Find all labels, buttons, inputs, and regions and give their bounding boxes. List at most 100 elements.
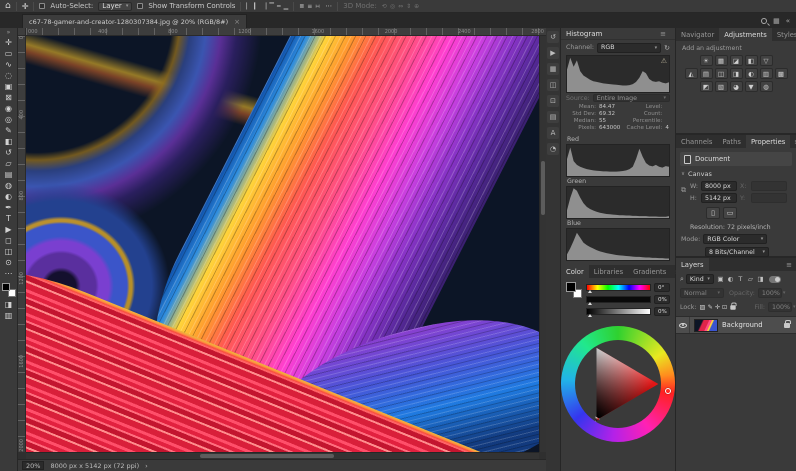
workspace-icon[interactable]: ▦ — [773, 17, 780, 25]
slider-track[interactable] — [586, 284, 651, 291]
vibrance-icon[interactable]: ▽ — [760, 55, 773, 66]
lock-pixels-icon[interactable]: ✎ — [707, 304, 712, 311]
bit-depth-dropdown[interactable]: 8 Bits/Channel — [705, 247, 769, 257]
photo-filter-icon[interactable]: ◨ — [730, 68, 743, 79]
threshold-icon[interactable]: ▧ — [715, 81, 728, 92]
close-icon[interactable]: × — [234, 18, 240, 26]
tab-channels[interactable]: Channels — [676, 135, 717, 148]
align-left-icon[interactable]: ▏ — [246, 3, 251, 10]
invert-icon[interactable]: ▩ — [775, 68, 788, 79]
color-wheel[interactable] — [561, 326, 675, 442]
tab-styles[interactable]: Styles — [772, 28, 796, 41]
status-chevron-icon[interactable]: › — [145, 462, 148, 470]
marquee-tool[interactable]: ▭ — [1, 48, 17, 59]
tab-navigator[interactable]: Navigator — [676, 28, 719, 41]
refresh-histogram-icon[interactable]: ↻ — [664, 44, 670, 52]
auto-select-checkbox[interactable] — [39, 3, 45, 9]
dodge-tool[interactable]: ◐ — [1, 191, 17, 202]
tab-gradients[interactable]: Gradients — [628, 265, 671, 278]
distribute-horizontal-icon[interactable]: ≡ — [307, 3, 312, 10]
pen-tool[interactable]: ✒ — [1, 202, 17, 213]
width-field[interactable]: 8000 px — [701, 181, 737, 191]
posterize-icon[interactable]: ◩ — [700, 81, 713, 92]
landscape-orientation-button[interactable]: ▭ — [723, 207, 737, 219]
saturation-slider[interactable]: 0% — [586, 295, 670, 304]
layer-thumbnail[interactable] — [694, 319, 718, 332]
slider-thumb[interactable] — [588, 314, 592, 317]
hand-tool[interactable]: ◫ — [1, 246, 17, 257]
filter-shape-icon[interactable]: ▱ — [746, 275, 755, 283]
zoom-tool[interactable]: ⊙ — [1, 257, 17, 268]
lut-icon[interactable]: ◍ — [760, 81, 773, 92]
frame-tool[interactable]: ⊠ — [1, 92, 17, 103]
show-transform-checkbox[interactable] — [137, 3, 143, 9]
gradient-map-icon[interactable]: ◕ — [730, 81, 743, 92]
filter-toggle[interactable] — [769, 276, 781, 283]
filter-adjustment-icon[interactable]: ◐ — [726, 275, 735, 283]
history-brush-tool[interactable]: ↺ — [1, 147, 17, 158]
actions-icon[interactable]: ▶ — [547, 47, 559, 59]
brightness-slider[interactable]: 0% — [586, 307, 670, 316]
quick-mask-button[interactable]: ◨ — [1, 299, 17, 310]
distribute-spacing-icon[interactable]: ∺ — [315, 3, 320, 10]
spot-healing-tool[interactable]: ◎ — [1, 114, 17, 125]
adjustments-dock-icon[interactable]: ▦ — [547, 63, 559, 75]
auto-select-target-dropdown[interactable]: Layer — [98, 2, 132, 11]
screen-mode-button[interactable]: ▥ — [1, 310, 17, 321]
history-icon[interactable]: ↺ — [547, 31, 559, 43]
notes-icon[interactable]: ▤ — [547, 111, 559, 123]
vertical-scrollbar-thumb[interactable] — [541, 161, 545, 215]
disclosure-icon[interactable]: ∨ — [681, 171, 685, 177]
ruler-origin[interactable] — [18, 28, 26, 36]
lock-transparency-icon[interactable]: ▨ — [699, 304, 705, 311]
align-middle-icon[interactable]: ━ — [277, 3, 281, 10]
horizontal-scrollbar[interactable] — [26, 452, 539, 459]
hue-slider[interactable]: 0° — [586, 283, 670, 292]
color-balance-icon[interactable]: ▤ — [700, 68, 713, 79]
slider-thumb[interactable] — [588, 302, 592, 305]
blur-tool[interactable]: ◍ — [1, 180, 17, 191]
brightness-contrast-icon[interactable]: ☀ — [700, 55, 713, 66]
filter-kind-dropdown[interactable]: Kind — [686, 274, 714, 284]
horizontal-ruler[interactable]: 00040080012001600200024002800 — [26, 28, 546, 36]
object-selection-tool[interactable]: ◌ — [1, 70, 17, 81]
tab-libraries[interactable]: Libraries — [589, 265, 628, 278]
fill-field[interactable]: 100% — [768, 302, 792, 312]
selective-color-icon[interactable]: ▼ — [745, 81, 758, 92]
curves-icon[interactable]: ◪ — [730, 55, 743, 66]
eraser-tool[interactable]: ▱ — [1, 158, 17, 169]
uncached-warning-icon[interactable]: ⚠ — [661, 57, 667, 65]
clone-stamp-tool[interactable]: ◧ — [1, 136, 17, 147]
color-mode-dropdown[interactable]: RGB Color — [703, 234, 767, 244]
lock-all-icon[interactable]: ⊡ — [722, 304, 727, 311]
slider-thumb[interactable] — [588, 290, 592, 293]
align-top-icon[interactable]: ▔ — [269, 3, 274, 10]
info-icon[interactable]: ⊡ — [547, 95, 559, 107]
tab-paths[interactable]: Paths — [717, 135, 745, 148]
move-tool[interactable]: ✛ — [1, 37, 17, 48]
color-lookup-icon[interactable]: ▥ — [760, 68, 773, 79]
exposure-icon[interactable]: ◧ — [745, 55, 758, 66]
panel-menu-icon[interactable]: ≡ — [790, 135, 796, 148]
panel-color-swatches[interactable] — [566, 282, 582, 298]
align-right-icon[interactable]: ▕ — [262, 3, 267, 10]
distribute-vertical-icon[interactable]: ≣ — [299, 3, 304, 10]
canvas-viewport[interactable] — [26, 36, 539, 452]
canvas-section-header[interactable]: ∨ Canvas — [676, 168, 796, 180]
home-icon[interactable]: ⌂ — [5, 1, 11, 11]
character-icon[interactable]: A — [547, 127, 559, 139]
eye-icon[interactable] — [679, 323, 687, 328]
filter-smartobject-icon[interactable]: ◨ — [756, 275, 765, 283]
slider-value-field[interactable]: 0% — [654, 295, 670, 304]
timeline-icon[interactable]: ◔ — [547, 143, 559, 155]
black-white-icon[interactable]: ◫ — [715, 68, 728, 79]
edit-toolbar-button[interactable]: ⋯ — [1, 268, 17, 279]
libraries-icon[interactable]: ◫ — [547, 79, 559, 91]
path-selection-tool[interactable]: ▶ — [1, 224, 17, 235]
document-tab[interactable]: c67-78-gamer-and-creator-1280307384.jpg … — [22, 14, 247, 28]
layer-visibility-cell[interactable] — [676, 317, 690, 333]
zoom-level-field[interactable]: 20% — [22, 461, 44, 470]
crop-tool[interactable]: ▣ — [1, 81, 17, 92]
lock-all-button[interactable] — [731, 305, 736, 310]
panel-menu-icon[interactable]: ≡ — [656, 30, 670, 38]
